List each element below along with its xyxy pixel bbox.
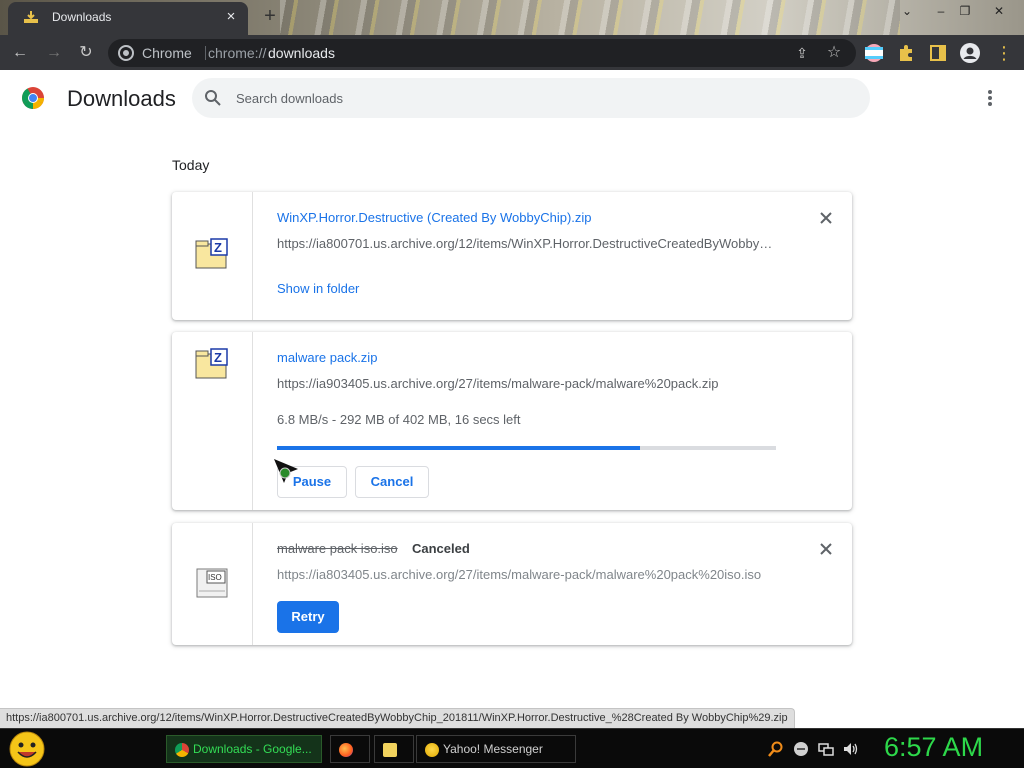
zip-file-icon: Z <box>195 348 228 379</box>
tab-title: Downloads <box>52 10 112 24</box>
retry-button[interactable]: Retry <box>277 601 339 633</box>
close-window-button[interactable]: ✕ <box>988 2 1010 20</box>
firefox-icon <box>339 742 353 757</box>
remove-download-icon[interactable] <box>816 539 836 559</box>
address-bar[interactable]: Chrome chrome:// downloads ⇪ ☆ <box>108 39 856 67</box>
back-button[interactable]: ← <box>8 41 32 65</box>
cancel-button[interactable]: Cancel <box>355 466 429 498</box>
show-in-folder-link[interactable]: Show in folder <box>277 281 359 296</box>
file-source-url[interactable]: https://ia903405.us.archive.org/27/items… <box>277 376 777 391</box>
search-box[interactable] <box>192 78 870 118</box>
download-progress-fill <box>277 446 640 450</box>
start-smiley-icon[interactable] <box>8 731 46 767</box>
chrome-icon <box>175 742 189 757</box>
url-scheme: chrome:// <box>208 45 267 61</box>
profile-flag-icon[interactable] <box>864 43 884 63</box>
tab-close-icon[interactable]: × <box>222 8 240 26</box>
taskbar-item-label: Downloads - Google... <box>193 742 312 756</box>
tab-search-chevron-icon[interactable]: ⌄ <box>896 2 918 20</box>
reload-button[interactable]: ↻ <box>74 41 98 65</box>
file-icon-column: Z <box>172 192 253 320</box>
file-source-url[interactable]: https://ia800701.us.archive.org/12/items… <box>277 236 777 251</box>
side-panel-icon[interactable] <box>928 43 948 63</box>
taskbar-item-firefox[interactable] <box>330 735 370 763</box>
mouse-cursor-icon <box>274 459 298 483</box>
file-icon-column: ISO <box>172 523 253 645</box>
file-name-link[interactable]: malware pack.zip <box>277 350 377 365</box>
downloads-header: Downloads <box>0 70 1024 126</box>
chrome-page-icon <box>118 45 134 61</box>
browser-toolbar: ← → ↻ Chrome chrome:// downloads ⇪ ☆ ⋮ <box>0 35 1024 70</box>
file-name-canceled: malware pack iso.iso <box>277 541 398 556</box>
folder-icon <box>383 742 397 757</box>
search-icon <box>205 90 221 106</box>
restore-button[interactable]: ❐ <box>954 2 976 20</box>
new-tab-button[interactable]: + <box>258 4 282 28</box>
share-icon[interactable]: ⇪ <box>792 43 812 63</box>
svg-text:ISO: ISO <box>208 573 222 582</box>
taskbar: Downloads - Google... Yahoo! Messenger 6… <box>0 728 1024 768</box>
download-item: ISO malware pack iso.iso Canceled https:… <box>172 523 852 645</box>
page-title: Downloads <box>67 86 176 111</box>
download-progress-bar <box>277 446 776 450</box>
network-tray-icon[interactable] <box>818 741 834 757</box>
date-heading: Today <box>172 157 210 173</box>
download-item: Z WinXP.Horror.Destructive (Created By W… <box>172 192 852 320</box>
iso-file-icon: ISO <box>196 568 228 598</box>
forward-button[interactable]: → <box>42 41 66 65</box>
yahoo-messenger-icon <box>425 742 439 757</box>
remove-download-icon[interactable] <box>816 208 836 228</box>
chrome-menu-icon[interactable]: ⋮ <box>992 41 1016 65</box>
search-tray-icon[interactable] <box>768 741 784 757</box>
bookmark-star-icon[interactable]: ☆ <box>824 43 844 63</box>
taskbar-clock[interactable]: 6:57 AM <box>884 732 983 763</box>
tab-downloads[interactable]: Downloads × <box>8 2 248 35</box>
extensions-puzzle-icon[interactable] <box>896 43 916 63</box>
svg-text:Z: Z <box>214 350 222 365</box>
address-chip-label: Chrome <box>142 45 192 61</box>
address-separator <box>205 46 206 60</box>
download-arrow-icon <box>24 11 38 23</box>
status-tray-icon[interactable] <box>793 741 809 757</box>
chrome-logo-icon <box>22 87 44 109</box>
zip-file-icon: Z <box>195 238 228 269</box>
svg-text:Z: Z <box>214 240 222 255</box>
more-actions-icon[interactable] <box>980 88 1000 110</box>
url-host: downloads <box>268 45 335 61</box>
search-input[interactable] <box>236 88 836 108</box>
file-icon-column: Z <box>172 332 253 510</box>
minimize-button[interactable]: – <box>930 2 952 20</box>
file-name-link[interactable]: WinXP.Horror.Destructive (Created By Wob… <box>277 210 592 225</box>
download-status-badge: Canceled <box>412 541 470 556</box>
taskbar-item-label: Yahoo! Messenger <box>443 742 543 756</box>
link-status-bubble: https://ia800701.us.archive.org/12/items… <box>0 708 795 728</box>
taskbar-item-chrome[interactable]: Downloads - Google... <box>166 735 322 763</box>
title-bar: Downloads × + ⌄ – ❐ ✕ <box>0 0 1024 35</box>
taskbar-item-yahoo-messenger[interactable]: Yahoo! Messenger <box>416 735 576 763</box>
download-progress-text: 6.8 MB/s - 292 MB of 402 MB, 16 secs lef… <box>277 412 521 427</box>
volume-tray-icon[interactable] <box>842 741 858 757</box>
desktop-wallpaper-strip <box>280 0 900 35</box>
file-source-url[interactable]: https://ia803405.us.archive.org/27/items… <box>277 567 777 582</box>
profile-avatar-icon[interactable] <box>960 43 980 63</box>
taskbar-item-folder[interactable] <box>374 735 414 763</box>
